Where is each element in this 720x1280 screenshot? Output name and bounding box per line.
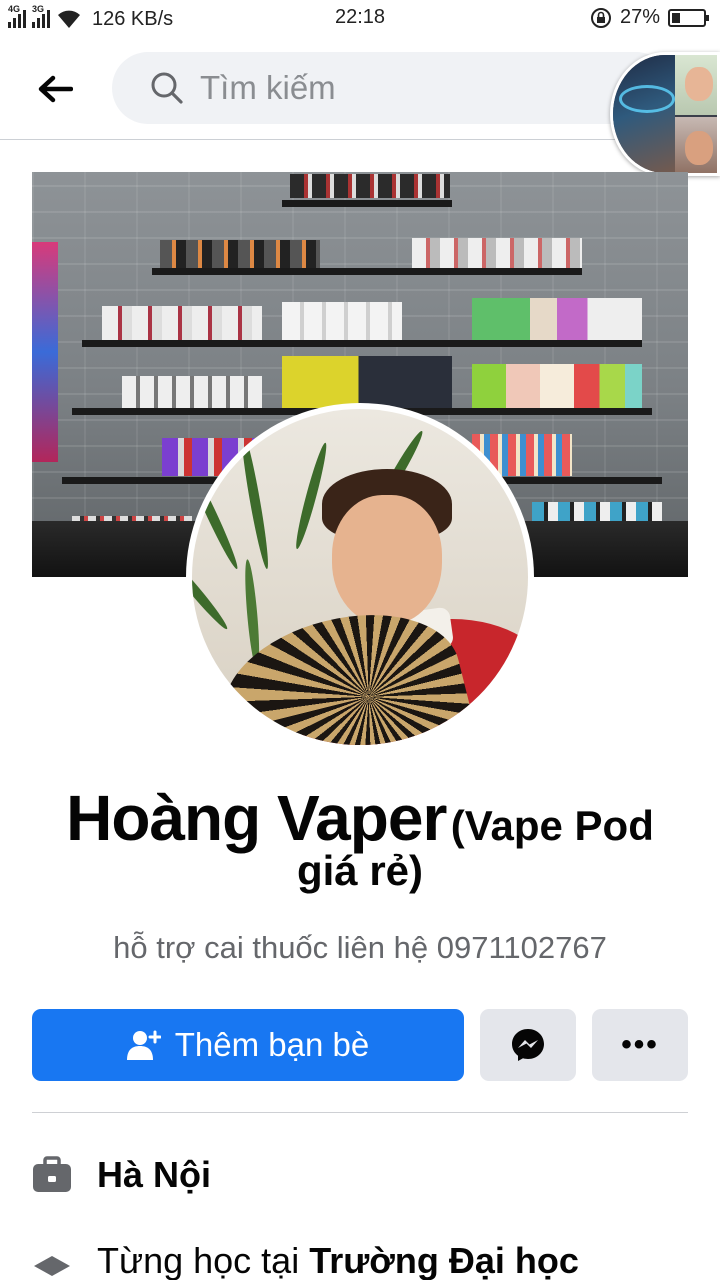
rotation-lock-icon xyxy=(590,7,611,28)
detail-work: Hà Nội xyxy=(32,1150,211,1200)
search-icon xyxy=(151,72,183,104)
more-options-button[interactable]: ••• xyxy=(592,1009,688,1081)
briefcase-icon xyxy=(32,1156,72,1194)
more-icon: ••• xyxy=(621,1028,659,1061)
search-placeholder: Tìm kiếm xyxy=(200,69,336,106)
message-button[interactable] xyxy=(480,1009,576,1081)
battery-percent: 27% xyxy=(619,6,660,28)
chat-head-avatar xyxy=(613,55,675,173)
profile-photo xyxy=(192,409,528,745)
add-friend-label: Thêm bạn bè xyxy=(174,1026,370,1063)
add-friend-icon xyxy=(126,1030,161,1060)
battery-level xyxy=(672,12,680,23)
add-friend-button[interactable]: Thêm bạn bè xyxy=(32,1009,464,1081)
status-bar: 4G 3G 126 KB/s 22:18 27% xyxy=(0,0,720,38)
battery-icon xyxy=(668,8,709,27)
status-right: 27% xyxy=(590,6,709,29)
back-button[interactable] xyxy=(30,66,80,112)
graduation-cap-icon xyxy=(32,1242,72,1280)
school-name[interactable]: Trường Đại học xyxy=(309,1240,579,1280)
profile-bio: hỗ trợ cai thuốc liên hệ 0971102767 xyxy=(113,930,607,965)
education-text[interactable]: Từng học tại Trường Đại học xyxy=(97,1240,579,1280)
profile-picture[interactable] xyxy=(186,403,534,751)
chat-head-avatar xyxy=(675,117,717,173)
chat-heads-bubble[interactable] xyxy=(610,52,720,176)
display-name: Hoàng Vaper xyxy=(66,782,447,854)
detail-education: Từng học tại Trường Đại học xyxy=(32,1236,579,1280)
messenger-icon xyxy=(512,1029,544,1061)
work-location: Hà Nội xyxy=(97,1154,212,1195)
profile-name: Hoàng Vaper (Vape Pod giá rẻ) xyxy=(40,786,680,892)
arrow-left-icon xyxy=(38,75,73,103)
chat-head-avatar xyxy=(675,55,717,115)
search-input[interactable]: Tìm kiếm xyxy=(112,52,672,124)
education-prefix: Từng học tại xyxy=(97,1240,310,1280)
section-divider xyxy=(32,1112,688,1113)
